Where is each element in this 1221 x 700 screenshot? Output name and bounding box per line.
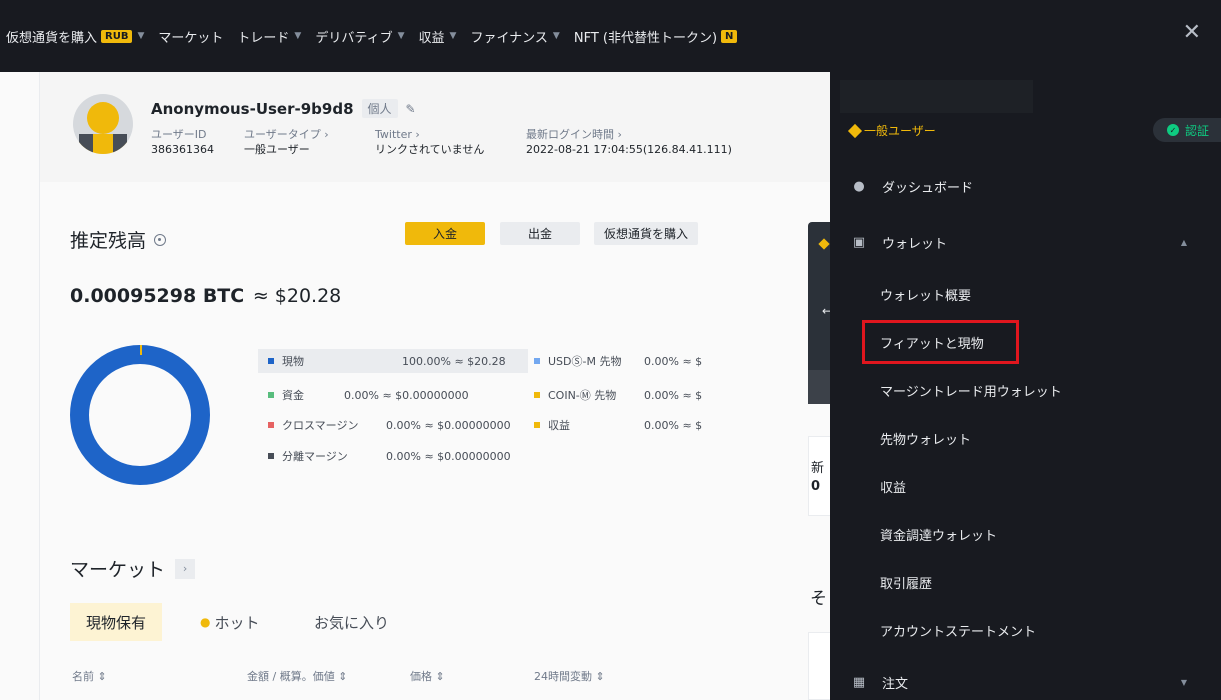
annotation-highlight-box	[862, 320, 1019, 364]
menu-orders[interactable]: ▦ 注文 ▼	[830, 658, 1221, 700]
user-header: Anonymous-User-9b9d8 個人 ✎ ユーザーID 3863613…	[40, 72, 830, 182]
twitter-field[interactable]: Twitter › リンクされていません	[375, 127, 484, 157]
menu-account-statement[interactable]: アカウントステートメント	[830, 606, 1221, 654]
caret-down-icon: ▼	[294, 31, 302, 41]
user-type-field[interactable]: ユーザータイプ › 一般ユーザー	[244, 127, 329, 157]
user-icon: ●	[853, 178, 865, 194]
market-title: マーケット ›	[70, 555, 196, 582]
withdraw-button[interactable]: 出金	[500, 222, 580, 245]
legend-earn[interactable]: 収益 0.00% ≈ $	[534, 413, 734, 437]
user-id-field: ユーザーID 386361364	[151, 128, 214, 156]
nav-finance[interactable]: ファイナンス ▼	[470, 27, 559, 46]
menu-transaction-history[interactable]: 取引履歴	[830, 558, 1221, 606]
nav-nft[interactable]: NFT (非代替性トークン) N	[574, 27, 738, 46]
caret-down-icon: ▼	[137, 31, 145, 41]
menu-earn[interactable]: 収益	[830, 462, 1221, 510]
top-navigation: 仮想通貨を購入 RUB ▼ マーケット トレード ▼ デリバティブ ▼ 収益 ▼…	[0, 0, 830, 72]
currency-badge: RUB	[101, 29, 133, 43]
nav-trade[interactable]: トレード ▼	[237, 27, 301, 46]
tab-hot[interactable]: ● ホット	[200, 603, 260, 641]
column-header-24h-change[interactable]: 24時間変動 ⇕	[534, 668, 605, 684]
legend-swatch	[534, 358, 540, 364]
legend-spot[interactable]: 現物 100.00% ≈ $20.28	[258, 349, 528, 373]
chevron-up-icon: ▲	[1180, 237, 1187, 247]
deposit-button[interactable]: 入金	[405, 222, 485, 245]
avatar[interactable]	[73, 94, 133, 154]
binance-logo-icon	[818, 238, 830, 250]
menu-futures-wallet[interactable]: 先物ウォレット	[830, 414, 1221, 462]
redacted-email	[840, 80, 1033, 113]
nav-earn[interactable]: 収益 ▼	[419, 27, 457, 46]
caret-down-icon: ▼	[552, 31, 560, 41]
tab-holdings[interactable]: 現物保有	[70, 603, 163, 641]
caret-down-icon: ▼	[397, 31, 405, 41]
chevron-down-icon: ▼	[1180, 677, 1187, 687]
edit-icon[interactable]: ✎	[406, 102, 416, 116]
column-header-name[interactable]: 名前 ⇕	[72, 668, 107, 684]
menu-margin-wallet[interactable]: マージントレード用ウォレット	[830, 366, 1221, 414]
fire-icon: ●	[200, 615, 211, 629]
user-level: 一般ユーザー	[847, 122, 936, 139]
menu-wallet[interactable]: ▣ ウォレット ▲	[830, 218, 1221, 266]
check-icon: ✓	[1167, 124, 1179, 136]
legend-swatch	[268, 453, 274, 459]
username: Anonymous-User-9b9d8 個人 ✎	[151, 99, 416, 118]
column-header-amount[interactable]: 金額 / 概算。価値 ⇕	[247, 668, 347, 684]
menu-dashboard[interactable]: ● ダッシュボード	[830, 162, 1221, 210]
tab-favorites[interactable]: お気に入り	[314, 603, 389, 641]
close-icon[interactable]: ✕	[1183, 22, 1201, 44]
verification-badge[interactable]: ✓ 認証	[1153, 118, 1221, 142]
legend-coin-m-futures[interactable]: COIN-Ⓜ 先物 0.00% ≈ $	[534, 383, 734, 407]
estimated-balance-title: 推定残高	[70, 226, 167, 253]
caret-down-icon: ▼	[449, 31, 457, 41]
nav-market[interactable]: マーケット	[158, 27, 223, 46]
legend-swatch	[268, 392, 274, 398]
new-badge: N	[721, 29, 738, 43]
eye-icon[interactable]	[154, 233, 167, 246]
last-login-field[interactable]: 最新ログイン時間 › 2022-08-21 17:04:55(126.84.41…	[526, 127, 732, 157]
legend-isolated-margin[interactable]: 分離マージン 0.00% ≈ $0.00000000	[258, 444, 528, 468]
legend-swatch	[534, 422, 540, 428]
legend-funding[interactable]: 資金 0.00% ≈ $0.00000000	[258, 383, 528, 407]
allocation-donut-chart	[70, 345, 210, 485]
orders-icon: ▦	[852, 674, 866, 690]
menu-wallet-overview[interactable]: ウォレット概要	[830, 270, 1221, 318]
account-type-tag: 個人	[361, 99, 398, 118]
legend-swatch	[534, 392, 540, 398]
buy-crypto-button[interactable]: 仮想通貨を購入	[594, 222, 698, 245]
chevron-right-icon[interactable]: ›	[175, 558, 196, 579]
section-title-partial: そ	[810, 589, 827, 609]
legend-cross-margin[interactable]: クロスマージン 0.00% ≈ $0.00000000	[258, 413, 528, 437]
balance-amount: 0.00095298 BTC ≈ $20.28	[70, 285, 342, 307]
legend-swatch	[268, 422, 274, 428]
nav-buy-crypto[interactable]: 仮想通貨を購入 RUB ▼	[6, 27, 144, 46]
legend-swatch	[268, 358, 274, 364]
diamond-icon	[847, 123, 863, 138]
nav-derivatives[interactable]: デリバティブ ▼	[315, 27, 404, 46]
left-sidebar	[0, 72, 40, 700]
legend-usds-m-futures[interactable]: USDⓈ-M 先物 0.00% ≈ $	[534, 349, 734, 373]
column-header-price[interactable]: 価格 ⇕	[410, 668, 445, 684]
menu-funding-wallet[interactable]: 資金調達ウォレット	[830, 510, 1221, 558]
wallet-icon: ▣	[852, 234, 866, 250]
